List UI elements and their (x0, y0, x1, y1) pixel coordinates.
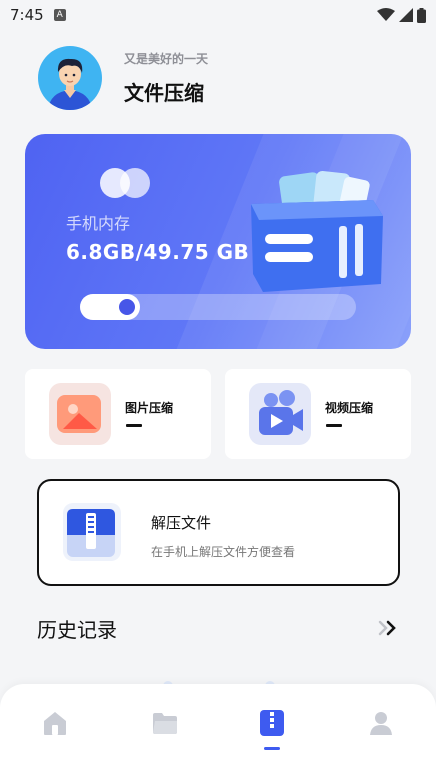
nav-home[interactable] (40, 708, 70, 738)
unzip-subtitle: 在手机上解压文件方便查看 (151, 545, 296, 559)
image-icon (49, 383, 111, 445)
wifi-icon (377, 8, 395, 21)
nav-files[interactable] (150, 708, 180, 738)
header: 又是美好的一天 文件压缩 (38, 46, 208, 110)
image-compress-label: 图片压缩 (125, 401, 174, 415)
history-title: 历史记录 (37, 618, 117, 642)
nav-compress[interactable] (257, 708, 287, 738)
chevron-right-icon[interactable] (377, 618, 401, 638)
video-compress-label: 视频压缩 (325, 401, 374, 415)
image-compress-card[interactable]: 图片压缩 (25, 369, 211, 459)
zip-icon (260, 710, 284, 736)
storage-box-icon (251, 171, 383, 292)
unzip-card[interactable]: 解压文件 在手机上解压文件方便查看 (37, 479, 400, 586)
signal-icon (399, 8, 413, 22)
page-title: 文件压缩 (124, 81, 204, 105)
status-time: 7:45 (10, 6, 44, 24)
home-icon (44, 712, 66, 735)
nav-active-indicator (264, 747, 280, 750)
unzip-title: 解压文件 (151, 514, 212, 532)
greeting-subtitle: 又是美好的一天 (124, 52, 209, 66)
video-compress-dash (326, 424, 342, 427)
status-bar: 7:45 A (0, 0, 436, 30)
profile-icon (370, 712, 392, 735)
battery-icon (417, 7, 426, 23)
avatar[interactable] (38, 46, 102, 110)
storage-card: 手机内存 6.8GB/49.75 GB (25, 134, 411, 349)
notification-icon: A (53, 9, 66, 21)
storage-value: 6.8GB/49.75 GB (66, 240, 250, 264)
video-camera-icon (249, 383, 311, 445)
storage-logo-icon (100, 168, 150, 198)
video-compress-card[interactable]: 视频压缩 (225, 369, 411, 459)
folder-icon (153, 713, 177, 734)
nav-profile[interactable] (366, 708, 396, 738)
zip-file-icon (63, 503, 121, 561)
bottom-nav (0, 684, 436, 775)
image-compress-dash (126, 424, 142, 427)
storage-label: 手机内存 (66, 214, 131, 233)
storage-progress-knob (118, 299, 135, 315)
